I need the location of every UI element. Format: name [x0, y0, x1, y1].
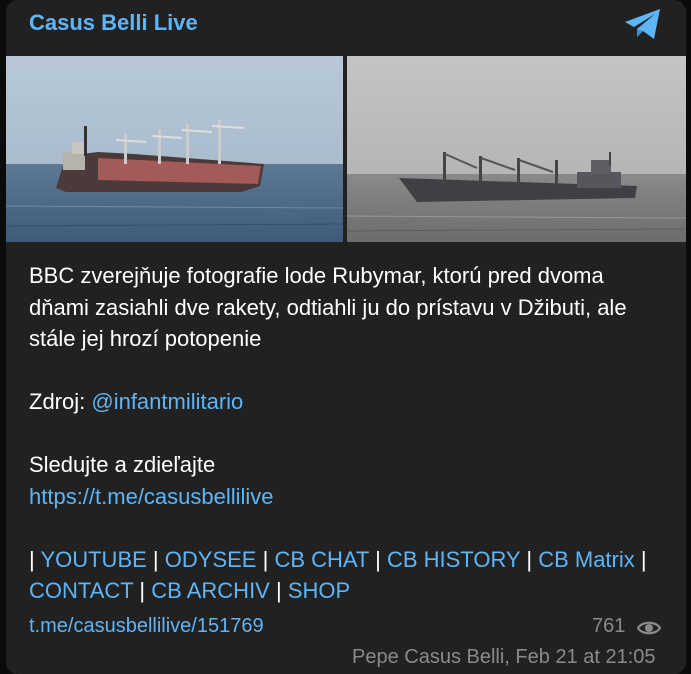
odysee-link[interactable]: ODYSEE	[165, 547, 257, 572]
separator: |	[640, 546, 647, 572]
cb-archiv-link[interactable]: CB ARCHIV	[151, 578, 270, 603]
source-handle-link[interactable]: @infantmilitario	[91, 389, 243, 414]
author-date: Pepe Casus Belli, Feb 21 at 21:05	[352, 646, 656, 668]
separator: |	[152, 546, 159, 572]
cb-chat-link[interactable]: CB CHAT	[274, 547, 369, 572]
photo-album	[6, 56, 686, 242]
separator: |	[526, 546, 533, 572]
telegram-plane-icon[interactable]	[622, 6, 664, 42]
separator: |	[275, 578, 282, 603]
youtube-link[interactable]: YOUTUBE	[40, 547, 146, 572]
shop-link[interactable]: SHOP	[288, 578, 350, 603]
separator: |	[139, 578, 146, 603]
cb-matrix-link[interactable]: CB Matrix	[538, 547, 635, 572]
photo-ship-right[interactable]	[347, 56, 686, 242]
cb-history-link[interactable]: CB HISTORY	[387, 547, 520, 572]
separator: |	[29, 546, 35, 572]
separator: |	[375, 546, 381, 572]
post-permalink[interactable]: t.me/casusbellilive/151769	[29, 615, 264, 638]
message-header: Casus Belli Live	[6, 0, 686, 54]
channel-title[interactable]: Casus Belli Live	[29, 10, 198, 36]
follow-text: Sledujte a zdieľajte	[29, 452, 216, 477]
separator: |	[262, 546, 269, 572]
message-card: Casus Belli Live BBC zverejňuje fotograf…	[6, 0, 686, 674]
view-count: 761	[592, 615, 626, 637]
message-text: BBC zverejňuje fotografie lode Rubymar, …	[29, 260, 669, 607]
eye-icon	[636, 621, 662, 635]
photo-ship-left[interactable]	[6, 56, 343, 242]
channel-url-link[interactable]: https://t.me/casusbellilive	[29, 484, 274, 509]
links-row: | YOUTUBE | ODYSEE | CB CHAT | CB HISTOR…	[29, 544, 669, 607]
source-label: Zdroj:	[29, 389, 92, 414]
post-paragraph: BBC zverejňuje fotografie lode Rubymar, …	[29, 263, 627, 351]
contact-link[interactable]: CONTACT	[29, 578, 133, 603]
source-line: Zdroj: @infantmilitario	[29, 386, 669, 418]
